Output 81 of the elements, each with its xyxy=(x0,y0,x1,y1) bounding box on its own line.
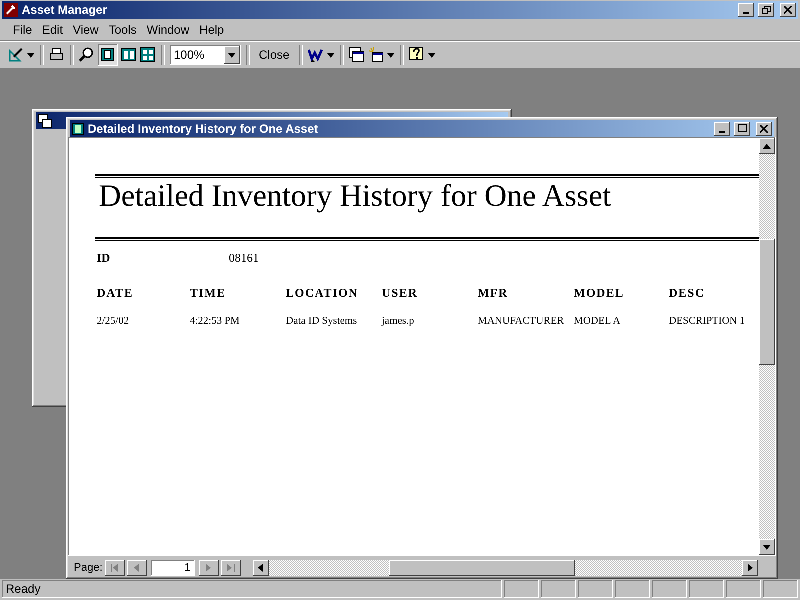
left-arrow-icon xyxy=(134,564,140,572)
new-object-icon[interactable] xyxy=(368,47,384,63)
first-page-icon xyxy=(110,564,119,572)
table-cell-text: MODEL A xyxy=(574,315,622,327)
report-window-title: Detailed Inventory History for One Asset xyxy=(88,122,320,136)
page-label: Page: xyxy=(74,562,103,574)
horizontal-scrollbar[interactable] xyxy=(252,560,758,576)
restore-icon xyxy=(762,6,770,14)
report-title: Detailed Inventory History for One Asset xyxy=(98,178,612,215)
maximize-icon xyxy=(738,124,746,133)
minimize-icon xyxy=(719,130,725,132)
dropdown-arrow-icon xyxy=(27,52,35,58)
last-page-button[interactable] xyxy=(220,560,241,576)
one-page-icon xyxy=(101,48,115,62)
status-panel xyxy=(726,580,761,598)
minimize-button[interactable] xyxy=(714,122,730,136)
help-icon[interactable] xyxy=(408,47,425,63)
menu-item[interactable]: Tools xyxy=(104,22,142,36)
right-arrow-icon xyxy=(206,564,212,572)
next-page-button[interactable] xyxy=(198,560,219,576)
window-title: Asset Manager xyxy=(22,3,108,17)
zoom-field[interactable]: 100% xyxy=(170,45,241,65)
column-header: DATE xyxy=(97,285,134,301)
close-icon xyxy=(784,6,792,14)
page-number-field[interactable]: 1 xyxy=(150,560,195,576)
database-window-icon xyxy=(38,114,52,128)
two-pages-icon[interactable] xyxy=(121,47,137,63)
column-header: TIME xyxy=(190,285,228,301)
column-header: MODEL xyxy=(574,285,626,301)
dropdown-arrow-icon xyxy=(326,52,335,58)
menu-item[interactable]: Help xyxy=(194,22,230,36)
design-icon[interactable] xyxy=(8,47,24,63)
first-page-button[interactable] xyxy=(104,560,125,576)
menu-item[interactable]: Window xyxy=(142,22,195,36)
left-arrow-icon xyxy=(258,564,264,572)
menu-item[interactable]: View xyxy=(68,22,104,36)
report-icon xyxy=(72,122,84,134)
column-header: USER xyxy=(382,285,420,301)
status-panel xyxy=(504,580,539,598)
database-window-icon[interactable] xyxy=(348,47,365,63)
menu-item[interactable]: Edit xyxy=(37,22,68,36)
status-panel xyxy=(541,580,576,598)
table-cell-text: 4:22:53 PM xyxy=(190,315,241,327)
status-panel xyxy=(689,580,724,598)
table-cell-text: Data ID Systems xyxy=(286,315,358,327)
magnifier-icon[interactable] xyxy=(79,47,95,63)
table-cell-text: 2/25/02 xyxy=(97,315,130,327)
one-page-button[interactable] xyxy=(98,44,118,66)
status-panel xyxy=(615,580,650,598)
column-header: MFR xyxy=(478,285,510,301)
down-arrow-icon xyxy=(228,52,236,58)
right-arrow-icon xyxy=(748,564,752,572)
last-page-icon xyxy=(226,564,235,572)
maximize-button[interactable] xyxy=(734,122,750,136)
table-cell-text: james.p xyxy=(382,315,416,327)
printer-icon[interactable] xyxy=(49,47,65,63)
table-cell-text: MANUFACTURER xyxy=(478,315,566,327)
id-label: ID xyxy=(97,251,112,266)
id-value: 08161 xyxy=(229,251,260,266)
multiple-pages-icon[interactable] xyxy=(140,47,156,63)
up-arrow-icon xyxy=(763,144,771,148)
table-cell-text: DESCRIPTION 1 xyxy=(669,315,746,327)
previous-page-button[interactable] xyxy=(126,560,147,576)
dropdown-arrow-icon xyxy=(386,52,395,58)
close-button[interactable] xyxy=(756,122,772,136)
minimize-button[interactable] xyxy=(738,3,754,17)
status-panel xyxy=(578,580,613,598)
restore-button[interactable] xyxy=(758,3,774,17)
close-icon xyxy=(760,124,768,132)
down-arrow-icon xyxy=(763,544,771,550)
menu-item[interactable]: File xyxy=(8,22,38,36)
dropdown-arrow-icon xyxy=(428,52,436,58)
minimize-icon xyxy=(743,12,749,14)
column-header: DESC xyxy=(669,285,706,301)
word-icon[interactable] xyxy=(308,47,324,63)
vertical-scrollbar[interactable] xyxy=(759,138,775,555)
close-button[interactable] xyxy=(780,3,796,17)
status-panel xyxy=(652,580,687,598)
close-preview-button[interactable]: Close xyxy=(255,45,294,65)
column-header: LOCATION xyxy=(286,285,360,301)
status-text: Ready xyxy=(2,580,502,598)
